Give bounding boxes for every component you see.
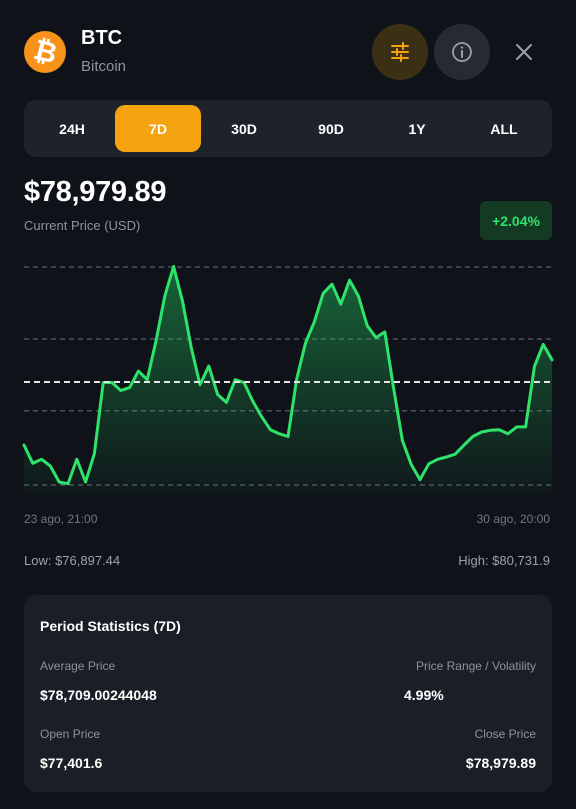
- open-price-value: $77,401.6: [40, 755, 103, 771]
- average-price-value: $78,709.00244048: [40, 687, 157, 703]
- tab-90d[interactable]: 90D: [288, 105, 374, 152]
- current-price: $78,979.89: [24, 176, 167, 208]
- tab-7d[interactable]: 7D: [115, 105, 201, 152]
- tab-all[interactable]: ALL: [461, 105, 547, 152]
- price-change-badge: +2.04%: [480, 201, 552, 240]
- price-area-fill: [24, 266, 552, 495]
- stats-title: Period Statistics (7D): [40, 618, 181, 634]
- bitcoin-logo-icon: ₿: [24, 31, 66, 73]
- filter-button[interactable]: [372, 24, 428, 80]
- price-range-value: 4.99%: [404, 687, 444, 703]
- header: ₿ BTC Bitcoin: [0, 0, 576, 100]
- info-button[interactable]: [434, 24, 490, 80]
- low-price: Low: $76,897.44: [24, 553, 121, 568]
- sliders-icon: [391, 42, 409, 62]
- close-icon: [516, 44, 532, 60]
- tab-24h[interactable]: 24H: [29, 105, 115, 152]
- price-range-label: Price Range / Volatility: [415, 659, 536, 673]
- close-price-label: Close Price: [474, 727, 536, 741]
- tab-1y[interactable]: 1Y: [374, 105, 460, 152]
- high-price: High: $80,731.9: [458, 553, 550, 568]
- timeframe-tabs: 24H 7D 30D 90D 1Y ALL: [24, 100, 552, 157]
- current-price-label: Current Price (USD): [24, 218, 141, 233]
- open-price-label: Open Price: [40, 727, 101, 741]
- chart-x-end-label: 30 ago, 20:00: [476, 512, 550, 526]
- close-price-value: $78,979.89: [465, 755, 536, 771]
- average-price-label: Average Price: [40, 659, 116, 673]
- chart-x-start-label: 23 ago, 21:00: [24, 512, 98, 526]
- period-statistics-card: Period Statistics (7D) Average Price $78…: [24, 595, 552, 792]
- coin-name: Bitcoin: [81, 58, 127, 75]
- tab-30d[interactable]: 30D: [201, 105, 287, 152]
- coin-symbol: BTC: [81, 27, 123, 49]
- price-chart[interactable]: [0, 255, 576, 500]
- close-button[interactable]: [496, 24, 552, 80]
- bitcoin-logo-glyph: ₿: [30, 33, 60, 70]
- info-icon: [452, 42, 472, 62]
